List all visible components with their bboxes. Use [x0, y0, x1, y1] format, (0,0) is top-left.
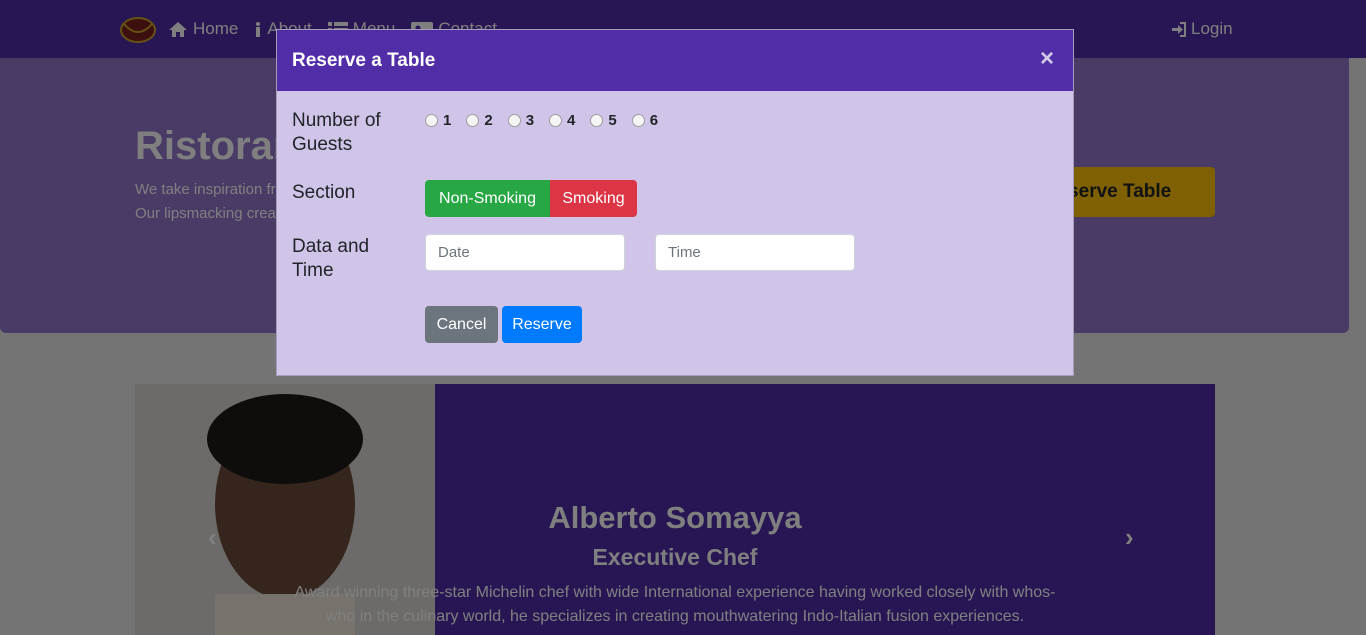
section-toggle-group: Non-Smoking Smoking — [425, 180, 637, 217]
reserve-button[interactable]: Reserve — [502, 306, 582, 343]
date-input[interactable] — [425, 234, 625, 271]
radio-icon[interactable] — [549, 114, 563, 127]
modal-header: Reserve a Table × — [277, 30, 1073, 91]
datetime-label: Data and Time — [292, 236, 370, 281]
guest-option-label: 1 — [443, 112, 452, 129]
radio-icon[interactable] — [507, 114, 521, 127]
guest-option-label: 6 — [649, 112, 659, 129]
non-smoking-button[interactable]: Non-Smoking — [425, 180, 550, 217]
section-label: Section — [292, 182, 356, 203]
guest-option-4[interactable]: 4 — [549, 112, 575, 129]
guests-label: Number of Guests — [292, 110, 381, 155]
guests-radio-group: 1 2 3 4 5 6 — [425, 112, 658, 129]
radio-icon[interactable] — [590, 114, 604, 127]
guest-option-5[interactable]: 5 — [590, 112, 617, 129]
radio-icon[interactable] — [425, 114, 438, 127]
guest-option-label: 5 — [608, 112, 617, 129]
guest-option-label: 3 — [525, 112, 535, 129]
time-input[interactable] — [655, 234, 855, 271]
guest-option-label: 2 — [484, 112, 493, 129]
close-icon[interactable]: × — [1040, 47, 1054, 71]
smoking-button[interactable]: Smoking — [550, 180, 637, 217]
reserve-modal: Reserve a Table × Number of Guests 1 2 3… — [276, 29, 1074, 376]
modal-title: Reserve a Table — [292, 50, 436, 71]
radio-icon[interactable] — [631, 114, 645, 127]
guest-option-label: 4 — [567, 112, 576, 129]
guest-option-2[interactable]: 2 — [466, 112, 493, 129]
guest-option-1[interactable]: 1 — [425, 112, 451, 129]
cancel-button[interactable]: Cancel — [425, 306, 498, 343]
guest-option-6[interactable]: 6 — [631, 112, 659, 129]
radio-icon[interactable] — [466, 114, 480, 127]
guest-option-3[interactable]: 3 — [507, 112, 535, 129]
